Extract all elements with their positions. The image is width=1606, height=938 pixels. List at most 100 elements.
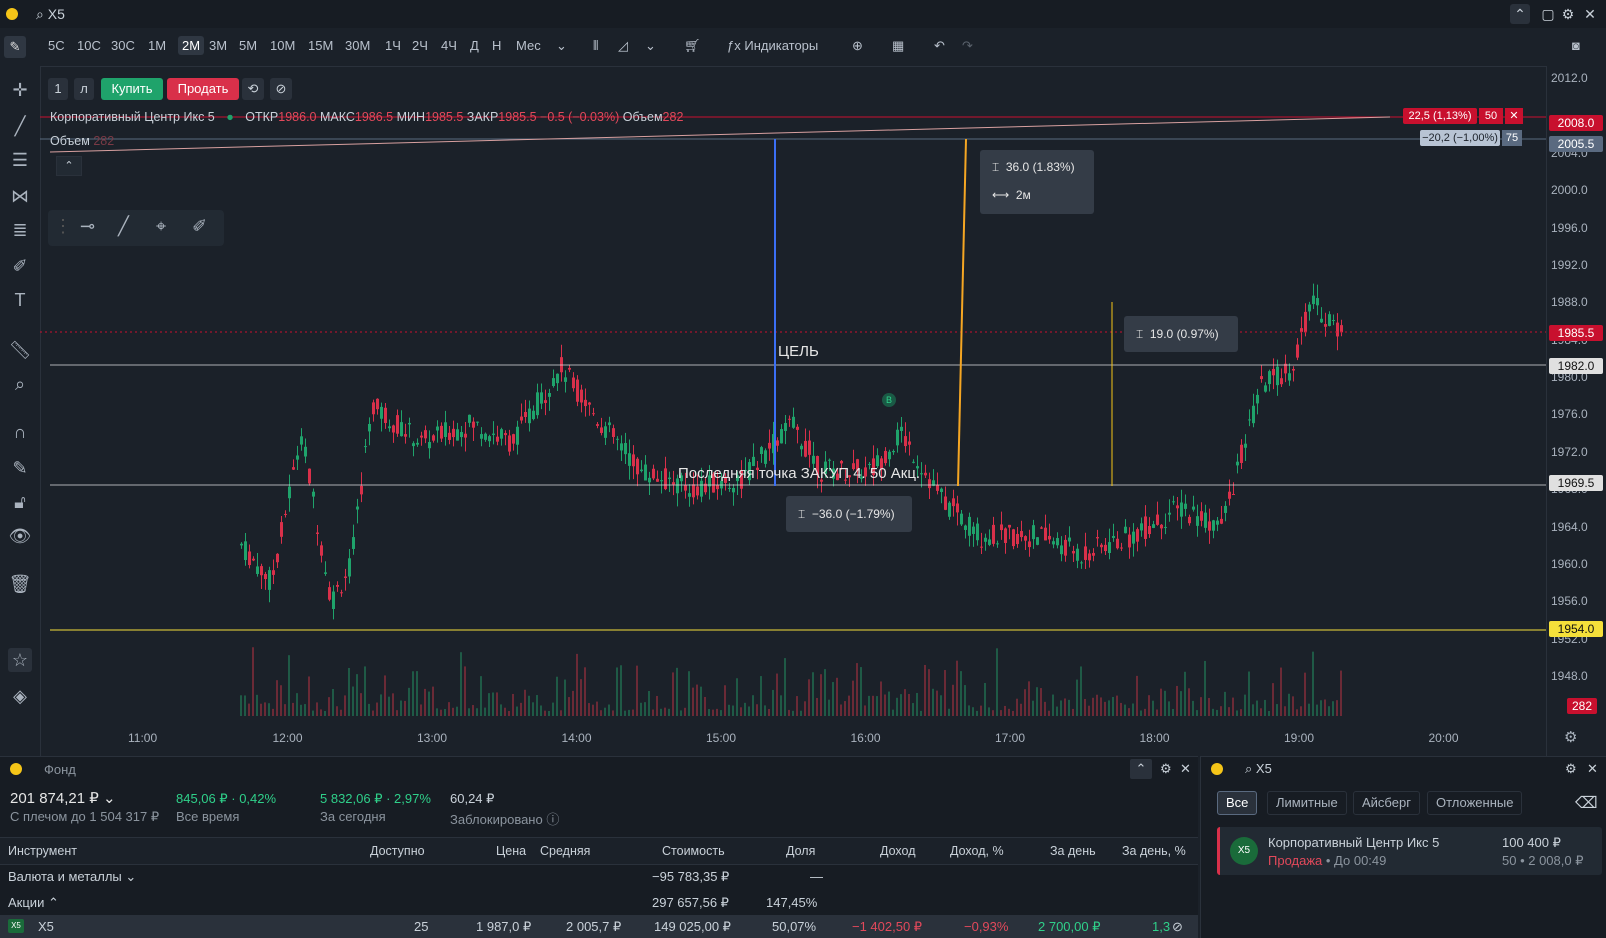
timeframe-10[interactable]: 1Ч bbox=[385, 38, 401, 53]
timeframe-5[interactable]: 3М bbox=[209, 38, 227, 53]
cancel-order-icon[interactable]: ✕ bbox=[1505, 108, 1523, 124]
column-header[interactable]: Стоимость bbox=[662, 844, 725, 858]
maximize-icon[interactable]: ▢ bbox=[1538, 4, 1558, 24]
camera-icon[interactable]: ◙ bbox=[1572, 38, 1580, 53]
table-row[interactable]: X5 X5 25 1 987,0 ₽ 2 005,7 ₽ 149 025,00 … bbox=[0, 915, 1198, 938]
sell-button[interactable]: Продать bbox=[167, 78, 239, 100]
price-chart[interactable] bbox=[40, 66, 1546, 756]
column-header[interactable]: Доход, % bbox=[950, 844, 1004, 858]
eye-icon[interactable]: 👁︎ bbox=[8, 524, 32, 548]
column-header[interactable]: Средняя bbox=[540, 844, 590, 858]
measure-box-2[interactable]: ⌶ 19.0 (0.97%) bbox=[1124, 316, 1238, 352]
timeframe-0[interactable]: 5С bbox=[48, 38, 65, 53]
pencil-icon[interactable]: ✎ bbox=[4, 36, 26, 58]
order-tag-qty[interactable]: 50 bbox=[1479, 108, 1503, 124]
timeframe-2[interactable]: 30С bbox=[111, 38, 135, 53]
brush-icon[interactable]: ✐ bbox=[8, 254, 32, 278]
column-header[interactable]: Цена bbox=[496, 844, 526, 858]
measure-box-1[interactable]: ⌶ 36.0 (1.83%) ⟷ 2м bbox=[980, 150, 1094, 214]
timeframe-8[interactable]: 15М bbox=[308, 38, 333, 53]
chevron-down-icon[interactable]: ⌄ bbox=[645, 38, 656, 54]
chevron-down-icon[interactable]: ⌄ bbox=[556, 38, 567, 54]
last-buy-annotation[interactable]: Последняя точка ЗАКУП 4. 50 Акц. bbox=[678, 465, 920, 482]
gear-icon[interactable]: ⚙ bbox=[1565, 761, 1577, 777]
ray-tool-icon[interactable]: ╱ bbox=[118, 216, 129, 237]
clear-filter-icon[interactable]: ⌫ bbox=[1575, 793, 1598, 813]
close-icon[interactable]: ✕ bbox=[1580, 4, 1600, 24]
pattern-icon[interactable]: ⋈ bbox=[8, 184, 32, 208]
magnet-icon[interactable]: ∩ bbox=[8, 420, 32, 444]
column-header[interactable]: За день bbox=[1050, 844, 1096, 858]
reverse-icon[interactable]: ⟲ bbox=[242, 78, 264, 100]
unlock-icon[interactable]: 🔓︎ bbox=[8, 490, 32, 514]
indicators-button[interactable]: ƒx Индикаторы bbox=[727, 38, 818, 53]
trendline-icon[interactable]: ╱ bbox=[8, 114, 32, 138]
layout-grid-icon[interactable]: ▦ bbox=[892, 38, 904, 54]
portfolio-title[interactable]: Фонд bbox=[44, 762, 76, 777]
timeframe-15[interactable]: Мес bbox=[516, 38, 541, 53]
orders-search[interactable]: ⌕ X5 bbox=[1245, 761, 1272, 777]
target-annotation[interactable]: ЦЕЛЬ bbox=[778, 343, 819, 360]
cancel-icon[interactable]: ⊘ bbox=[270, 78, 292, 100]
timeframe-9[interactable]: 30М bbox=[345, 38, 370, 53]
fib-icon[interactable]: ≣ bbox=[8, 218, 32, 242]
hline-tool-icon[interactable]: ⊸ bbox=[80, 216, 95, 237]
axis-settings-icon[interactable]: ⚙ bbox=[1564, 728, 1577, 746]
order-tag-pnl[interactable]: 22,5 (1,13%) bbox=[1403, 108, 1477, 124]
gear-icon[interactable]: ⚙ bbox=[1558, 4, 1578, 24]
lock-draw-icon[interactable]: ✎ bbox=[8, 456, 32, 480]
timeframe-6[interactable]: 5М bbox=[239, 38, 257, 53]
buy-button[interactable]: Купить bbox=[101, 78, 163, 100]
star-icon[interactable]: ☆ bbox=[8, 648, 32, 672]
column-header[interactable]: Доступно bbox=[370, 844, 425, 858]
brush-tool-icon[interactable]: ✐ bbox=[192, 216, 207, 237]
position-tag-pnl[interactable]: −20,2 (−1,00%) bbox=[1420, 130, 1500, 146]
crosshair-icon[interactable]: ✛ bbox=[8, 78, 32, 102]
timeframe-7[interactable]: 10М bbox=[270, 38, 295, 53]
collapse-icon[interactable]: ⌃ bbox=[1510, 4, 1530, 24]
drag-handle-icon[interactable]: ⋮ bbox=[54, 216, 72, 237]
timeframe-1[interactable]: 10С bbox=[77, 38, 101, 53]
pin-tool-icon[interactable]: ⌖ bbox=[156, 216, 166, 237]
tab-limit[interactable]: Лимитные bbox=[1267, 791, 1347, 815]
balance[interactable]: 201 874,21 ₽ ⌄ bbox=[10, 789, 116, 807]
candles-icon[interactable]: ⫴ bbox=[593, 38, 598, 54]
column-header[interactable]: Доля bbox=[786, 844, 815, 858]
timeframe-4[interactable]: 2М bbox=[178, 36, 205, 55]
collapse-icon[interactable]: ⌃ bbox=[1130, 759, 1152, 779]
tab-pending[interactable]: Отложенные bbox=[1427, 791, 1523, 815]
timeframe-11[interactable]: 2Ч bbox=[412, 38, 428, 53]
search-box[interactable]: ⌕ X5 bbox=[36, 6, 65, 23]
zoom-icon[interactable]: ⌕ bbox=[8, 372, 32, 396]
timeframe-14[interactable]: Н bbox=[492, 38, 501, 53]
lot-label[interactable]: л bbox=[74, 78, 94, 100]
add-icon[interactable]: ⊕ bbox=[852, 38, 863, 54]
group-stocks[interactable]: Акции ⌃ bbox=[8, 895, 59, 911]
timeframe-12[interactable]: 4Ч bbox=[441, 38, 457, 53]
close-icon[interactable]: ✕ bbox=[1587, 761, 1598, 777]
close-icon[interactable]: ✕ bbox=[1180, 761, 1191, 777]
cart-icon[interactable]: 🛒︎ bbox=[684, 38, 701, 54]
undo-icon[interactable]: ↶ bbox=[934, 38, 945, 54]
measure-box-3[interactable]: ⌶ −36.0 (−1.79%) bbox=[786, 496, 912, 532]
order-item[interactable]: X5 Корпоративный Центр Икс 5 100 400 ₽ П… bbox=[1217, 827, 1602, 875]
text-icon[interactable]: T bbox=[8, 288, 32, 312]
redo-icon[interactable]: ↷ bbox=[962, 38, 973, 54]
collapse-legend-icon[interactable]: ⌃ bbox=[56, 156, 82, 176]
help-icon[interactable]: ⓘ bbox=[546, 812, 559, 827]
row-action-icon[interactable]: ⊘ bbox=[1172, 919, 1183, 935]
trash-icon[interactable]: 🗑︎ bbox=[8, 572, 32, 596]
price-axis[interactable]: 2012.02004.02000.01996.01992.01988.01984… bbox=[1546, 66, 1606, 756]
area-chart-icon[interactable]: ◿ bbox=[618, 38, 628, 54]
timeframe-13[interactable]: Д bbox=[470, 38, 479, 53]
timeframe-3[interactable]: 1М bbox=[148, 38, 166, 53]
gear-icon[interactable]: ⚙ bbox=[1160, 761, 1172, 777]
column-header[interactable]: Доход bbox=[880, 844, 916, 858]
channel-icon[interactable]: ☰ bbox=[8, 148, 32, 172]
ruler-icon[interactable]: 📏︎ bbox=[8, 338, 32, 362]
buy-marker-icon[interactable]: B bbox=[882, 393, 896, 407]
qty-field[interactable]: 1 bbox=[48, 78, 68, 100]
group-currency[interactable]: Валюта и металлы ⌄ bbox=[8, 869, 136, 885]
column-header[interactable]: За день, % bbox=[1122, 844, 1186, 858]
column-header[interactable]: Инструмент bbox=[8, 844, 77, 858]
